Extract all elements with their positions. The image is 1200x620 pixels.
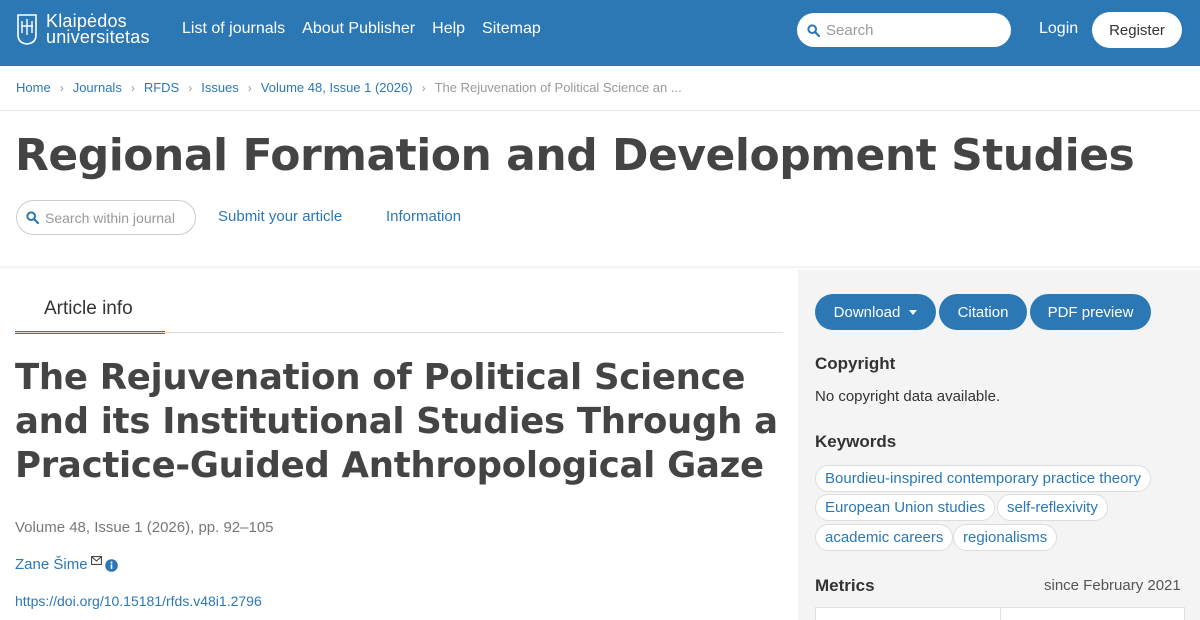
breadcrumb: Home › Journals › RFDS › Issues › Volume… [16, 80, 682, 95]
article-title: The Rejuvenation of Political Science an… [15, 357, 778, 486]
breadcrumb-rfds[interactable]: RFDS [144, 80, 179, 95]
issue-info: Volume 48, Issue 1 (2026), pp. 92–105 [15, 519, 274, 536]
mail-icon[interactable] [90, 556, 102, 565]
metrics-heading: Metrics [815, 576, 875, 595]
journal-title[interactable]: Regional Formation and Development Studi… [15, 130, 1135, 181]
download-button[interactable]: Download [815, 294, 936, 330]
chevron-right-icon: › [59, 80, 64, 95]
keyword-tag[interactable]: Bourdieu-inspired contemporary practice … [815, 465, 1151, 492]
logo-line-2: universitetas [46, 27, 150, 47]
search-icon [26, 211, 39, 224]
tab-label: Article info [44, 298, 133, 319]
keyword-tag[interactable]: academic careers [815, 524, 954, 551]
search-icon [807, 23, 820, 37]
breadcrumb-current: The Rejuvenation of Political Science an… [434, 80, 682, 95]
breadcrumb-journals[interactable]: Journals [73, 80, 122, 95]
nav-about-publisher[interactable]: About Publisher [302, 19, 415, 39]
top-navbar: Klaipėdos universitetas List of journals… [0, 0, 1200, 66]
keyword-tag[interactable]: regionalisms [953, 524, 1058, 551]
university-logo[interactable]: Klaipėdos universitetas [16, 12, 150, 47]
author-name[interactable]: Zane Šime [15, 556, 88, 573]
copyright-text: No copyright data available. [815, 388, 1001, 405]
info-icon[interactable] [104, 559, 118, 572]
doi-link[interactable]: https://doi.org/10.15181/rfds.v48i1.2796 [15, 593, 262, 609]
register-button[interactable]: Register [1092, 12, 1182, 48]
submit-article-link[interactable]: Submit your article [218, 208, 342, 225]
site-search-input[interactable] [826, 21, 996, 39]
chevron-right-icon: › [130, 80, 135, 95]
chevron-right-icon: › [421, 80, 426, 95]
tab-article-info[interactable]: Article info [15, 284, 165, 334]
author-line: Zane Šime [15, 556, 118, 573]
university-logo-icon [17, 14, 37, 45]
citation-button[interactable]: Citation [939, 294, 1027, 330]
download-label: Download [833, 303, 901, 321]
nav-sitemap[interactable]: Sitemap [482, 19, 541, 39]
metrics-panel [815, 607, 1185, 620]
nav-help[interactable]: Help [432, 19, 465, 39]
metrics-divider [1000, 608, 1001, 620]
keyword-tag[interactable]: European Union studies [815, 494, 996, 521]
site-search [797, 13, 1011, 47]
metrics-since: since February 2021 [1044, 577, 1181, 594]
journal-search-input[interactable] [45, 209, 180, 226]
nav-list-of-journals[interactable]: List of journals [182, 19, 285, 39]
information-link[interactable]: Information [386, 208, 461, 225]
pdf-preview-button[interactable]: PDF preview [1030, 294, 1151, 330]
login-link[interactable]: Login [1039, 20, 1078, 38]
chevron-right-icon: › [247, 80, 252, 95]
journal-search [16, 200, 196, 235]
keyword-tag[interactable]: self-reflexivity [997, 494, 1108, 521]
breadcrumb-divider [0, 110, 1200, 111]
tab-underline [15, 332, 783, 333]
caret-down-icon [909, 310, 918, 316]
copyright-heading: Copyright [815, 354, 896, 373]
breadcrumb-issues[interactable]: Issues [201, 80, 239, 95]
breadcrumb-home[interactable]: Home [16, 80, 51, 95]
keywords-heading: Keywords [815, 432, 897, 451]
chevron-right-icon: › [188, 80, 193, 95]
breadcrumb-volume[interactable]: Volume 48, Issue 1 (2026) [261, 80, 413, 95]
main-nav: List of journals About Publisher Help Si… [182, 19, 558, 39]
